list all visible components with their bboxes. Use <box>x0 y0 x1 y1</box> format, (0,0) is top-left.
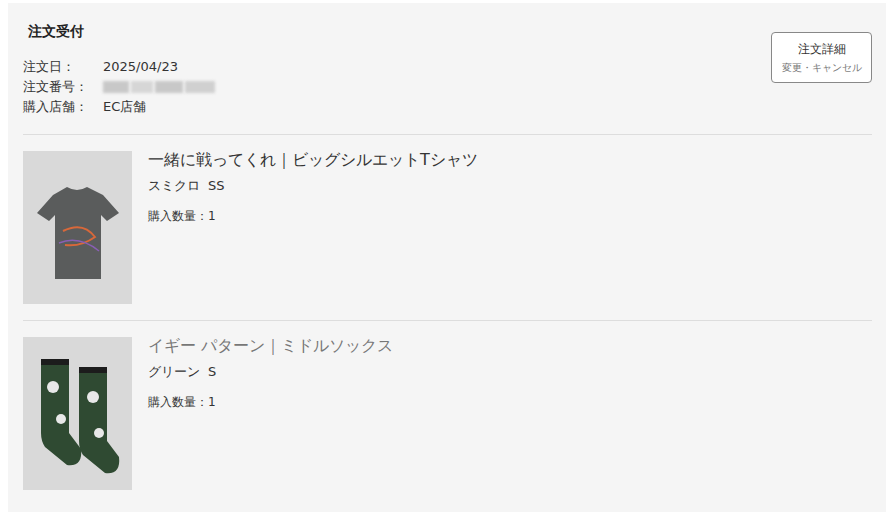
variant-size: SS <box>208 177 225 195</box>
info-label: 注文日： <box>23 57 103 77</box>
product-variant: グリーン S <box>148 363 393 381</box>
product-image[interactable] <box>23 337 132 490</box>
order-detail-button[interactable]: 注文詳細変更・キャンセル <box>771 32 872 83</box>
product-quantity: 購入数量：1 <box>148 207 478 225</box>
product-image[interactable] <box>23 151 132 304</box>
variant-size: S <box>208 363 216 381</box>
info-label: 注文番号： <box>23 77 103 97</box>
order-info: 注文日：2025/04/23注文番号：購入店舗：EC店舗 <box>23 57 215 117</box>
variant-color: スミクロ <box>148 177 200 195</box>
product-variant: スミクロ SS <box>148 177 478 195</box>
info-label: 購入店舗： <box>23 97 103 117</box>
order-item: 一緒に戦ってくれ｜ビッグシルエットTシャツスミクロ SS 購入数量：1 <box>23 134 872 320</box>
info-value: 2025/04/23 <box>103 57 178 77</box>
order-title: 注文受付 <box>23 21 215 41</box>
socks-icon <box>23 337 132 490</box>
product-name[interactable]: 一緒に戦ってくれ｜ビッグシルエットTシャツ <box>148 151 478 169</box>
order-panel: 注文受付注文日：2025/04/23注文番号：購入店舗：EC店舗 注文詳細変更・キ… <box>8 3 886 512</box>
order-item: イギー パターン｜ミドルソックスグリーン S 購入数量：1 <box>23 320 872 504</box>
redacted-value <box>103 77 215 97</box>
variant-color: グリーン <box>148 363 200 381</box>
info-row: 注文日：2025/04/23 <box>23 57 215 77</box>
info-row: 購入店舗：EC店舗 <box>23 97 215 117</box>
info-value: EC店舗 <box>103 97 146 117</box>
product-quantity: 購入数量：1 <box>148 393 393 411</box>
order-header: 注文受付注文日：2025/04/23注文番号：購入店舗：EC店舗 注文詳細変更・キ… <box>23 21 872 134</box>
product-name[interactable]: イギー パターン｜ミドルソックス <box>148 337 393 355</box>
info-row: 注文番号： <box>23 77 215 97</box>
tshirt-icon <box>23 151 132 304</box>
order-page: 注文受付注文日：2025/04/23注文番号：購入店舗：EC店舗 注文詳細変更・キ… <box>0 0 894 518</box>
